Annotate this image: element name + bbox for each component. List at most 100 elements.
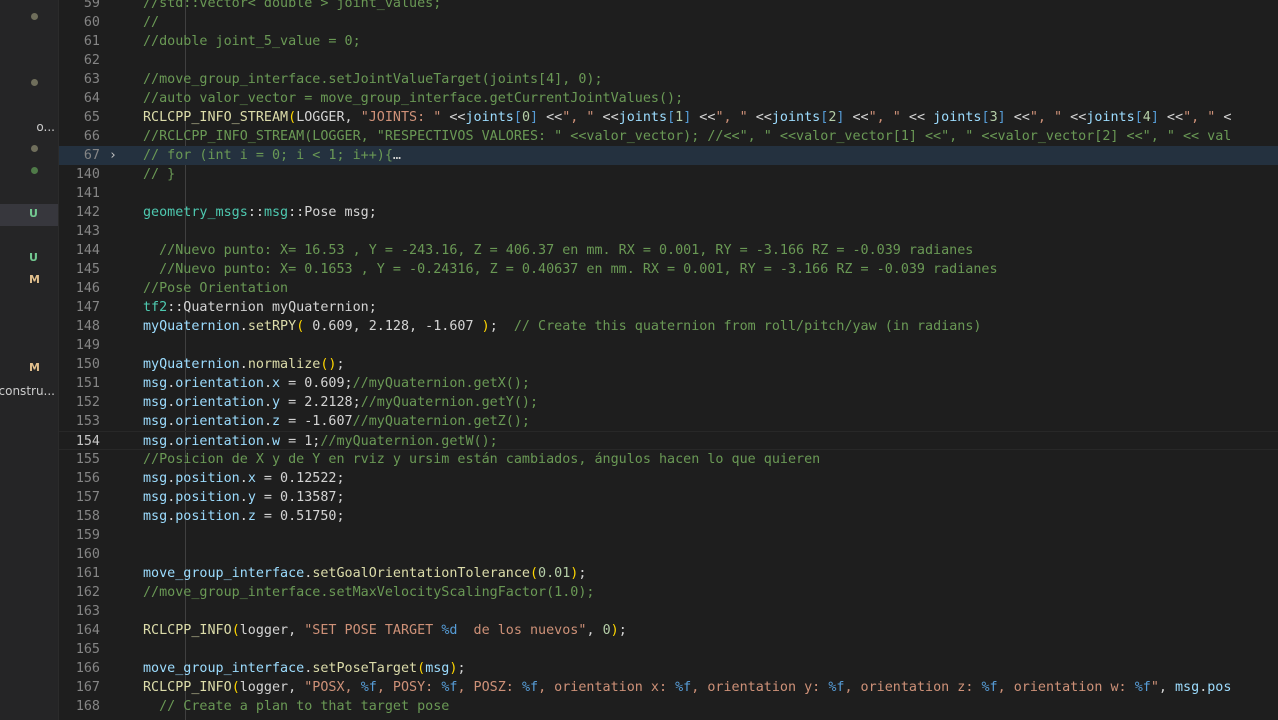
code-token: = 0.51750; (255, 509, 345, 524)
code-line[interactable]: 143 (59, 222, 1278, 241)
code-line[interactable]: 154 msg.orientation.w = 1;//myQuaternion.… (59, 431, 1278, 450)
code-token: %f (521, 680, 539, 695)
code-token: %f (675, 680, 692, 695)
code-line[interactable]: 153 msg.orientation.z = -1.607//myQuatern… (59, 412, 1278, 431)
line-number: 150 (75, 357, 100, 372)
code-line[interactable]: 159 (59, 526, 1278, 545)
code-line[interactable]: 146 //Pose Orientation (59, 279, 1278, 298)
code-line[interactable]: 64 //auto valor_vector = move_group_inter… (59, 89, 1278, 108)
fold-chevron-icon[interactable]: › (109, 146, 117, 165)
code-token: ( (288, 110, 297, 125)
code-line[interactable]: 66 //RCLCPP_INFO_STREAM(LOGGER, "RESPECTI… (59, 127, 1278, 146)
code-line[interactable]: 67 › // for (int i = 0; i < 1; i++){… (59, 146, 1278, 165)
code-line[interactable]: 59 //std::vector< double > joint_values; (59, 0, 1278, 13)
explorer-item[interactable] (0, 138, 58, 160)
code-line[interactable]: 155 //Posicion de X y de Y en rviz y ursi… (59, 450, 1278, 469)
line-number: 66 (83, 129, 100, 144)
code-line[interactable]: 65 RCLCPP_INFO_STREAM(LOGGER, "JOINTS: " … (59, 108, 1278, 127)
code-line[interactable]: 151 msg.orientation.x = 0.609;//myQuatern… (59, 374, 1278, 393)
line-number: 144 (75, 243, 100, 258)
code-text: RCLCPP_INFO_STREAM(LOGGER, "JOINTS: " <<… (143, 108, 1231, 127)
code-token: ", " (715, 110, 748, 125)
code-line[interactable]: 158 msg.position.z = 0.51750; (59, 507, 1278, 526)
explorer-item[interactable]: U (0, 204, 58, 226)
code-token: ] (1150, 110, 1159, 125)
code-token: //myQuaternion.getY(); (360, 395, 539, 410)
explorer-item[interactable]: o... (0, 116, 58, 138)
code-token: 1 (675, 110, 684, 125)
code-token: = 0.13587; (255, 490, 345, 505)
code-token: , orientation z: (844, 680, 982, 695)
code-text: //auto valor_vector = move_group_interfa… (143, 89, 683, 108)
explorer-item[interactable] (0, 6, 58, 28)
explorer-item[interactable]: U (0, 248, 58, 270)
code-line[interactable]: 61 //double joint_5_value = 0; (59, 32, 1278, 51)
code-line[interactable]: 161 move_group_interface.setGoalOrientati… (59, 564, 1278, 583)
code-token: "POSX, (304, 680, 361, 695)
code-text: msg.orientation.z = -1.607//myQuaternion… (143, 412, 530, 431)
code-line[interactable]: 149 (59, 336, 1278, 355)
explorer-item[interactable] (0, 160, 58, 182)
code-line[interactable]: 150 myQuaternion.normalize(); (59, 355, 1278, 374)
code-token: . (239, 357, 248, 372)
code-line[interactable]: 60 // (59, 13, 1278, 32)
code-token: msg (1175, 680, 1200, 695)
code-token: w (272, 434, 281, 449)
code-token: RCLCPP_INFO_STREAM (143, 110, 289, 125)
explorer-sidebar: o... U U M Mconstru... (0, 0, 58, 720)
explorer-item[interactable]: M (0, 270, 58, 292)
code-line[interactable]: 162 //move_group_interface.setMaxVelocity… (59, 583, 1278, 602)
line-number: 165 (75, 642, 100, 657)
line-number: 141 (75, 186, 100, 201)
code-token: << (594, 110, 619, 125)
code-line[interactable]: 145 //Nuevo punto: X= 0.1653 , Y = -0.24… (59, 260, 1278, 279)
code-token: :: (288, 205, 305, 220)
explorer-item[interactable]: M (0, 358, 58, 380)
code-token: … (392, 148, 401, 163)
code-line[interactable]: 152 msg.orientation.y = 2.2128;//myQuater… (59, 393, 1278, 412)
code-token: = -1.607 (280, 414, 353, 429)
code-text: //std::vector< double > joint_values; (143, 0, 441, 13)
code-token: << (747, 110, 772, 125)
code-text: msg.position.z = 0.51750; (143, 507, 345, 526)
code-line[interactable]: 62 (59, 51, 1278, 70)
code-line[interactable]: 156 msg.position.x = 0.12522; (59, 469, 1278, 488)
code-token: joints (771, 110, 821, 125)
git-status-badge: U (29, 207, 38, 220)
code-line[interactable]: 168 // Create a plan to that target pose (59, 697, 1278, 716)
explorer-item[interactable] (0, 72, 58, 94)
code-token: << (691, 110, 716, 125)
code-line[interactable]: 165 (59, 640, 1278, 659)
code-token: //myQuaternion.getW(); (320, 434, 498, 449)
code-token: setGoalOrientationTolerance (312, 566, 530, 581)
code-line[interactable]: 141 (59, 184, 1278, 203)
code-line[interactable]: 164 RCLCPP_INFO(logger, "SET POSE TARGET … (59, 621, 1278, 640)
code-line[interactable]: 157 msg.position.y = 0.13587; (59, 488, 1278, 507)
code-token: :: (247, 205, 264, 220)
code-token: logger, (239, 680, 305, 695)
code-token: position (175, 490, 240, 505)
code-line[interactable]: 144 //Nuevo punto: X= 16.53 , Y = -243.1… (59, 241, 1278, 260)
code-token: Pose msg; (304, 205, 377, 220)
code-line[interactable]: 147 tf2::Quaternion myQuaternion; (59, 298, 1278, 317)
code-line[interactable]: 160 (59, 545, 1278, 564)
code-token: //move_group_interface.setMaxVelocitySca… (143, 585, 595, 600)
code-line[interactable]: 140 // } (59, 165, 1278, 184)
code-line[interactable]: 163 (59, 602, 1278, 621)
code-editor[interactable]: 59 //std::vector< double > joint_values; 6… (59, 0, 1278, 720)
code-token: msg (263, 205, 289, 220)
code-line[interactable]: 166 move_group_interface.setPoseTarget(ms… (59, 659, 1278, 678)
code-line[interactable]: 142 geometry_msgs::msg::Pose msg; (59, 203, 1278, 222)
explorer-item[interactable]: constru... (0, 380, 58, 402)
code-token: ] (530, 110, 539, 125)
code-token: myQuaternion (143, 357, 240, 372)
code-token: //Posicion de X y de Y en rviz y ursim e… (143, 452, 821, 467)
code-line[interactable]: 167 RCLCPP_INFO(logger, "POSX, %f, POSY: … (59, 678, 1278, 697)
code-token: //move_group_interface.setJointValueTarg… (143, 72, 603, 87)
code-token: ; (489, 319, 514, 334)
line-number: 59 (83, 0, 100, 11)
code-line[interactable]: 148 myQuaternion.setRPY( 0.609, 2.128, -1… (59, 317, 1278, 336)
code-token: [ (981, 110, 990, 125)
code-line[interactable]: 63 //move_group_interface.setJointValueTa… (59, 70, 1278, 89)
code-text: // (143, 13, 159, 32)
